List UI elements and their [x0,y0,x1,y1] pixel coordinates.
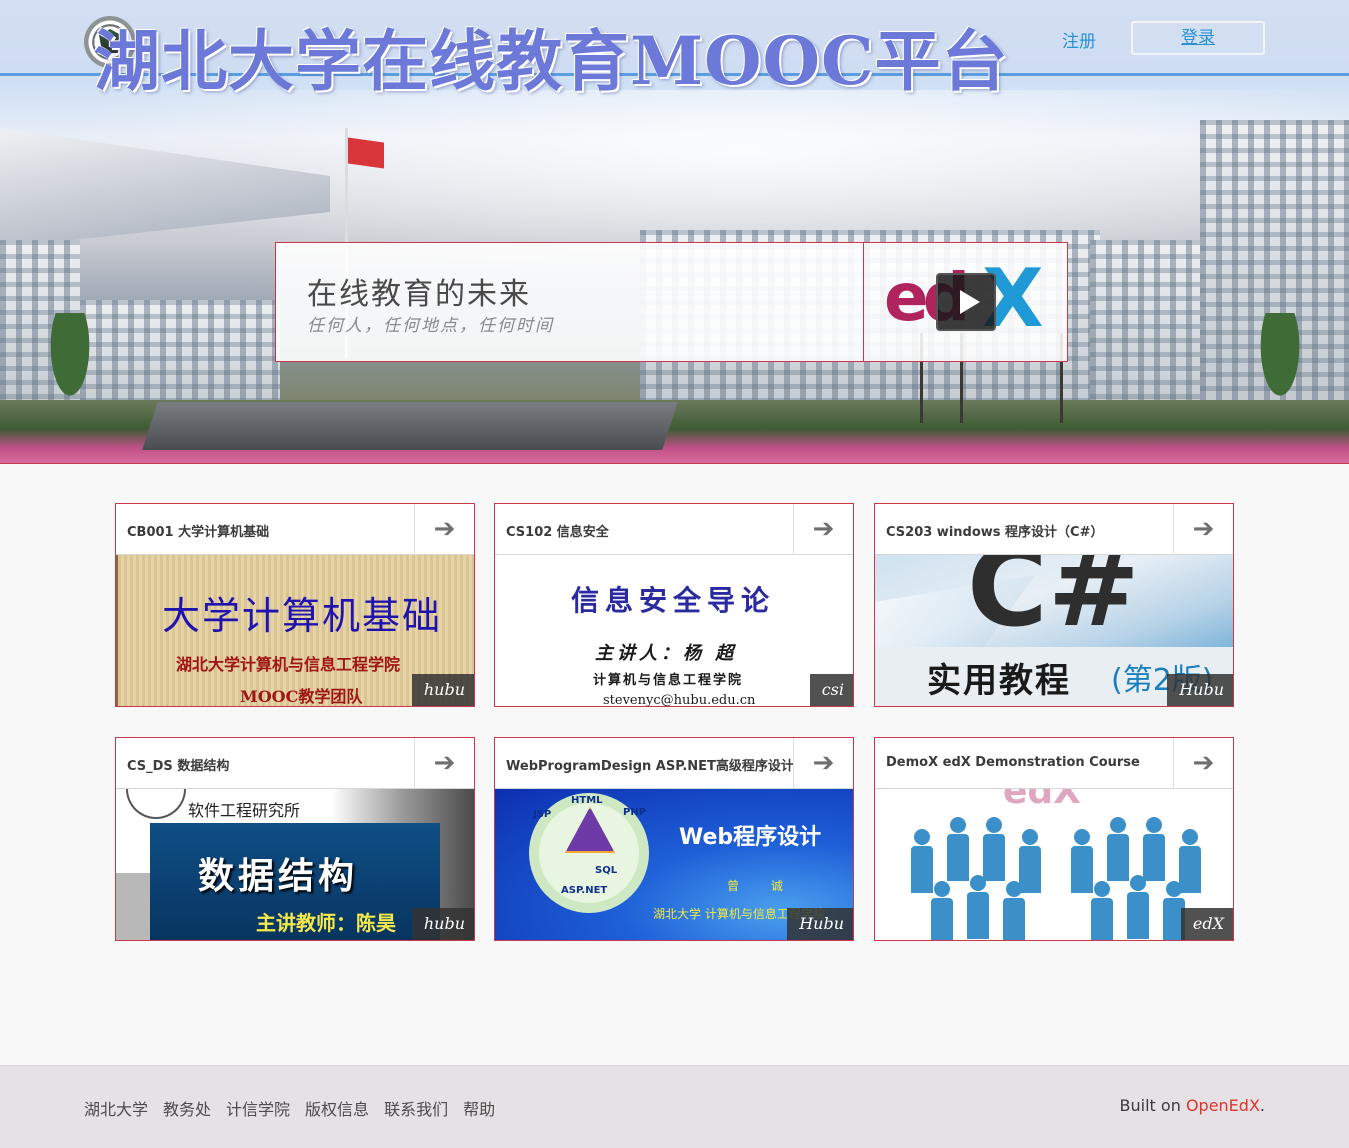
image-caption: C# [967,555,1140,651]
flag [348,137,384,169]
image-caption: 信息安全导论 [571,584,776,617]
footer-nav: 湖北大学 教务处 计信学院 版权信息 联系我们 帮助 [84,1096,495,1120]
course-header[interactable]: CS203 windows 程序设计（C#） ➔ [875,504,1233,555]
image-caption: Web程序设计 [679,825,822,850]
person-icon [967,875,989,939]
image-caption: JSP [533,809,552,820]
arrow-right-icon[interactable]: ➔ [1173,504,1233,555]
image-caption: 实用教程 [927,661,1071,701]
course-image[interactable]: 信息安全导论 主讲人：杨 超 计算机与信息工程学院 stevenyc@hubu.… [495,555,853,707]
course-org-badge: csi [809,674,853,706]
register-link[interactable]: 注册 [1062,27,1096,52]
image-caption: HTML [571,795,603,806]
promo-video[interactable]: ed X [864,243,1067,361]
course-header[interactable]: CS102 信息安全 ➔ [495,504,853,555]
image-caption: SQL [595,865,618,876]
arrow-right-icon[interactable]: ➔ [793,738,853,789]
arrow-right-icon[interactable]: ➔ [1173,738,1233,789]
person-icon [947,817,969,881]
built-on-suffix: . [1259,1096,1265,1115]
course-org-badge: Hubu [787,908,853,940]
image-caption: 软件工程研究所 [188,801,301,820]
built-on-text: Built on OpenEdX. [1120,1096,1265,1115]
built-on-prefix: Built on [1119,1096,1186,1115]
person-icon [983,817,1005,881]
person-icon [911,829,933,893]
image-caption: 主讲教师：陈昊 [256,911,396,935]
course-org-badge: hubu [411,674,474,706]
tree [40,313,100,423]
course-org-badge: hubu [411,908,474,940]
course-org-badge: edX [1180,908,1233,940]
course-card[interactable]: DemoX edX Demonstration Course ➔ edX edX [874,737,1234,941]
image-caption: MOOC教学团队 [240,687,363,706]
play-icon[interactable] [936,273,996,331]
openedx-link[interactable]: OpenEdX [1186,1096,1260,1115]
person-icon [1107,817,1129,881]
hero-banner: 湖北大学在线教育MOOC平台 注册 登录 在线教育的未来 任何人，任何地点，任何… [0,0,1349,464]
promo-subtitle: 任何人，任何地点，任何时间 [307,316,554,336]
image-caption: 主讲人：杨 超 [595,643,738,664]
course-title[interactable]: CS102 信息安全 [506,521,609,540]
course-header[interactable]: DemoX edX Demonstration Course ➔ [875,738,1233,789]
person-icon [1071,829,1093,893]
course-image[interactable]: edX [875,789,1233,940]
image-caption: 曾 诚 [727,879,797,893]
course-header[interactable]: CB001 大学计算机基础 ➔ [116,504,474,555]
footer: 湖北大学 教务处 计信学院 版权信息 联系我们 帮助 Built on Open… [0,1065,1349,1148]
course-card[interactable]: CS203 windows 程序设计（C#） ➔ C# 实用教程 (第2版) H… [874,503,1234,707]
course-card[interactable]: CS_DS 数据结构 ➔ 软件工程研究所 数据结构 主讲教师：陈昊 hubu [115,737,475,941]
university-seal-icon [126,789,186,819]
person-icon [931,881,953,940]
footer-link-academic-affairs[interactable]: 教务处 [163,1096,211,1120]
image-caption: 大学计算机基础 [162,594,443,638]
arrow-right-icon[interactable]: ➔ [793,504,853,555]
course-header[interactable]: CS_DS 数据结构 ➔ [116,738,474,789]
decoration [116,873,150,940]
image-caption: edX [1003,789,1081,812]
person-icon [1143,817,1165,881]
footer-link-cs-college[interactable]: 计信学院 [226,1096,290,1120]
promo-title: 在线教育的未来 [307,277,531,312]
course-org-badge: Hubu [1167,674,1233,706]
course-card[interactable]: CB001 大学计算机基础 ➔ 大学计算机基础 湖北大学计算机与信息工程学院 M… [115,503,475,707]
site-title: 湖北大学在线教育MOOC平台 [94,22,1009,100]
image-caption: 湖北大学计算机与信息工程学院 [176,655,401,674]
image-caption: PHP [623,807,647,818]
arrow-right-icon[interactable]: ➔ [414,504,474,555]
promo-box: 在线教育的未来 任何人，任何地点，任何时间 ed X [275,242,1068,362]
course-title[interactable]: CS_DS 数据结构 [127,755,229,774]
course-title[interactable]: CS203 windows 程序设计（C#） [886,521,1103,540]
footer-link-help[interactable]: 帮助 [463,1096,495,1120]
image-caption: 数据结构 [198,856,359,897]
course-card[interactable]: CS102 信息安全 ➔ 信息安全导论 主讲人：杨 超 计算机与信息工程学院 s… [494,503,854,707]
promo-text-panel: 在线教育的未来 任何人，任何地点，任何时间 [276,243,864,361]
tree [1250,313,1310,423]
footer-link-contact[interactable]: 联系我们 [384,1096,448,1120]
name-stone [142,402,678,450]
course-header[interactable]: WebProgramDesign ASP.NET高级程序设计 ➔ [495,738,853,789]
login-button[interactable]: 登录 [1131,21,1265,55]
person-icon [1003,881,1025,940]
image-caption: stevenyc@hubu.edu.cn [603,693,756,707]
person-icon [1127,875,1149,939]
footer-link-hubu[interactable]: 湖北大学 [84,1096,148,1120]
image-caption: ASP.NET [561,885,608,896]
person-icon [1091,881,1113,940]
arrow-right-icon[interactable]: ➔ [414,738,474,789]
image-caption: 计算机与信息工程学院 [593,673,744,688]
course-title[interactable]: WebProgramDesign ASP.NET高级程序设计 [506,755,794,774]
course-title[interactable]: CB001 大学计算机基础 [127,521,269,540]
footer-link-copyright[interactable]: 版权信息 [305,1096,369,1120]
course-title[interactable]: DemoX edX Demonstration Course [886,755,1140,770]
course-card[interactable]: WebProgramDesign ASP.NET高级程序设计 ➔ JSP HTM… [494,737,854,941]
